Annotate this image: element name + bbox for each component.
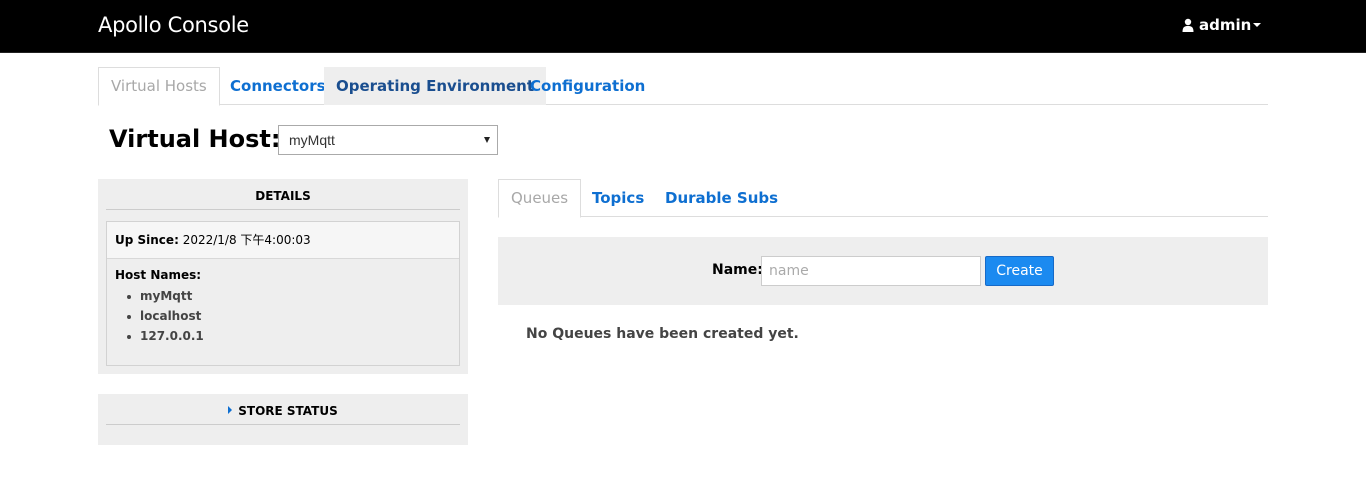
user-menu[interactable]: admin bbox=[1182, 16, 1262, 34]
create-button[interactable]: Create bbox=[985, 256, 1054, 286]
list-item: 127.0.0.1 bbox=[125, 326, 451, 346]
app-brand[interactable]: Apollo Console bbox=[98, 13, 249, 37]
name-input[interactable] bbox=[761, 256, 981, 286]
sub-tabs: Queues Topics Durable Subs bbox=[498, 179, 1268, 218]
create-queue-form: Name: Create bbox=[498, 237, 1268, 305]
store-status-toggle[interactable]: STORE STATUS bbox=[106, 394, 460, 425]
up-since-value: 2022/1/8 下午4:00:03 bbox=[182, 233, 311, 247]
list-item: myMqtt bbox=[125, 286, 451, 306]
main-tabs: Virtual Hosts Connectors Operating Envir… bbox=[98, 67, 1268, 106]
host-names-label: Host Names: bbox=[115, 268, 202, 282]
name-label: Name: bbox=[712, 262, 763, 278]
tab-operating-environment[interactable]: Operating Environment bbox=[324, 67, 547, 105]
virtual-host-label: Virtual Host: bbox=[109, 125, 281, 153]
empty-queues-message: No Queues have been created yet. bbox=[526, 326, 799, 342]
host-names-list: myMqtt localhost 127.0.0.1 bbox=[115, 286, 451, 346]
top-navbar: Apollo Console admin bbox=[0, 0, 1366, 53]
details-panel: DETAILS Up Since: 2022/1/8 下午4:00:03 Hos… bbox=[98, 179, 468, 374]
tab-virtual-hosts[interactable]: Virtual Hosts bbox=[98, 67, 220, 106]
up-since-row: Up Since: 2022/1/8 下午4:00:03 bbox=[107, 222, 459, 259]
virtual-host-select[interactable]: myMqtt bbox=[278, 125, 498, 155]
triangle-right-icon bbox=[228, 406, 233, 414]
tab-durable-subs[interactable]: Durable Subs bbox=[653, 179, 790, 217]
virtual-host-selected: myMqtt bbox=[289, 132, 335, 148]
tab-queues[interactable]: Queues bbox=[498, 179, 582, 218]
user-icon bbox=[1182, 18, 1194, 32]
list-item: localhost bbox=[125, 306, 451, 326]
tab-configuration[interactable]: Configuration bbox=[518, 67, 657, 105]
up-since-label: Up Since: bbox=[115, 233, 179, 247]
host-names-section: Host Names: myMqtt localhost 127.0.0.1 bbox=[107, 259, 459, 355]
tab-connectors[interactable]: Connectors bbox=[218, 67, 338, 105]
caret-down-icon bbox=[1253, 23, 1262, 27]
details-box: Up Since: 2022/1/8 下午4:00:03 Host Names:… bbox=[106, 221, 460, 366]
user-name: admin bbox=[1199, 16, 1252, 34]
tab-topics[interactable]: Topics bbox=[580, 179, 656, 217]
store-status-title: STORE STATUS bbox=[238, 404, 338, 418]
details-title: DETAILS bbox=[106, 179, 460, 210]
store-status-panel: STORE STATUS bbox=[98, 394, 468, 445]
dropdown-arrow-icon bbox=[484, 137, 490, 143]
